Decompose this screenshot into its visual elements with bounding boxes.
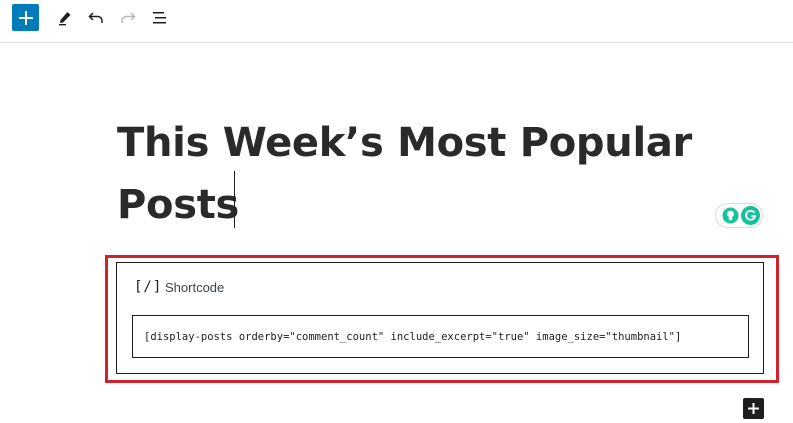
shortcode-icon: [/] — [134, 279, 163, 295]
list-view-icon — [153, 12, 166, 24]
pencil-icon — [59, 12, 71, 26]
undo-button[interactable] — [84, 6, 108, 30]
shortcode-input[interactable]: [display-posts orderby="comment_count" i… — [132, 315, 749, 358]
add-block-button[interactable] — [12, 4, 39, 31]
plus-icon — [748, 403, 759, 414]
list-view-button[interactable] — [148, 6, 172, 30]
redo-icon — [121, 12, 136, 23]
redo-button[interactable] — [116, 6, 140, 30]
block-editor: This Week’s Most Popular Posts [/] Short… — [0, 0, 793, 423]
grammarly-g-icon[interactable] — [741, 206, 760, 225]
text-caret — [234, 171, 235, 228]
undo-icon — [88, 12, 103, 23]
editor-toolbar — [0, 0, 793, 43]
grammarly-widget[interactable] — [715, 203, 763, 228]
lightbulb-icon — [722, 207, 739, 224]
shortcode-label: Shortcode — [165, 280, 225, 295]
add-block-bottom-button[interactable] — [743, 398, 764, 419]
post-title[interactable]: This Week’s Most Popular Posts — [117, 112, 717, 236]
tools-button[interactable] — [53, 6, 77, 30]
plus-icon — [18, 10, 33, 25]
shortcode-block[interactable]: [/] Shortcode [display-posts orderby="co… — [116, 262, 764, 374]
